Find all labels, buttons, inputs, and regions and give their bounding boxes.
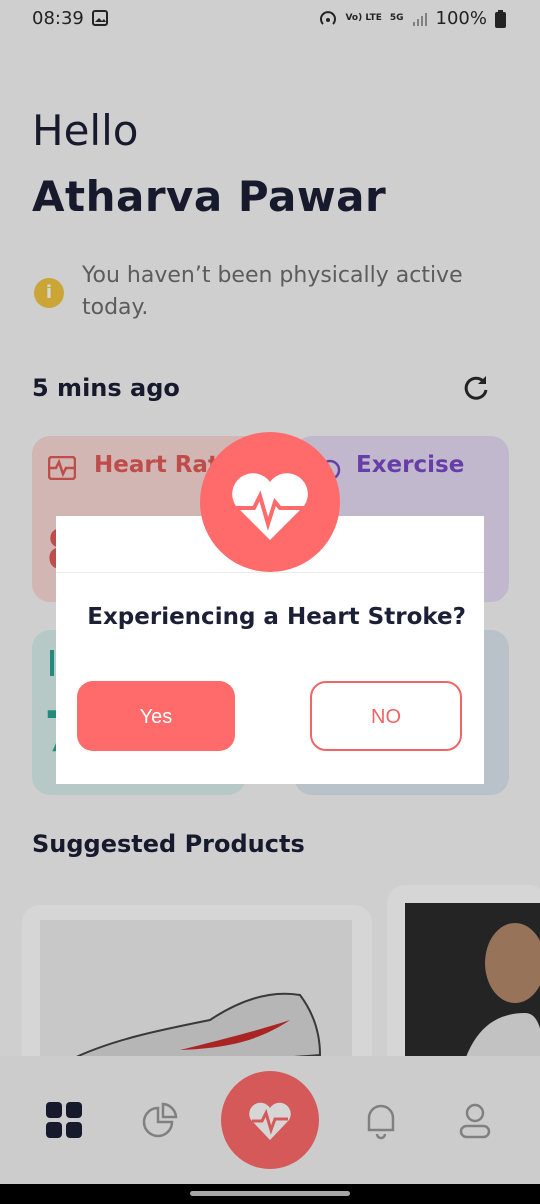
yes-button[interactable]: Yes [77,681,235,751]
no-button[interactable]: NO [310,681,462,751]
dialog-question: Experiencing a Heart Stroke? [87,604,466,630]
dialog-divider [56,572,484,573]
heart-pulse-badge-icon [232,473,308,540]
